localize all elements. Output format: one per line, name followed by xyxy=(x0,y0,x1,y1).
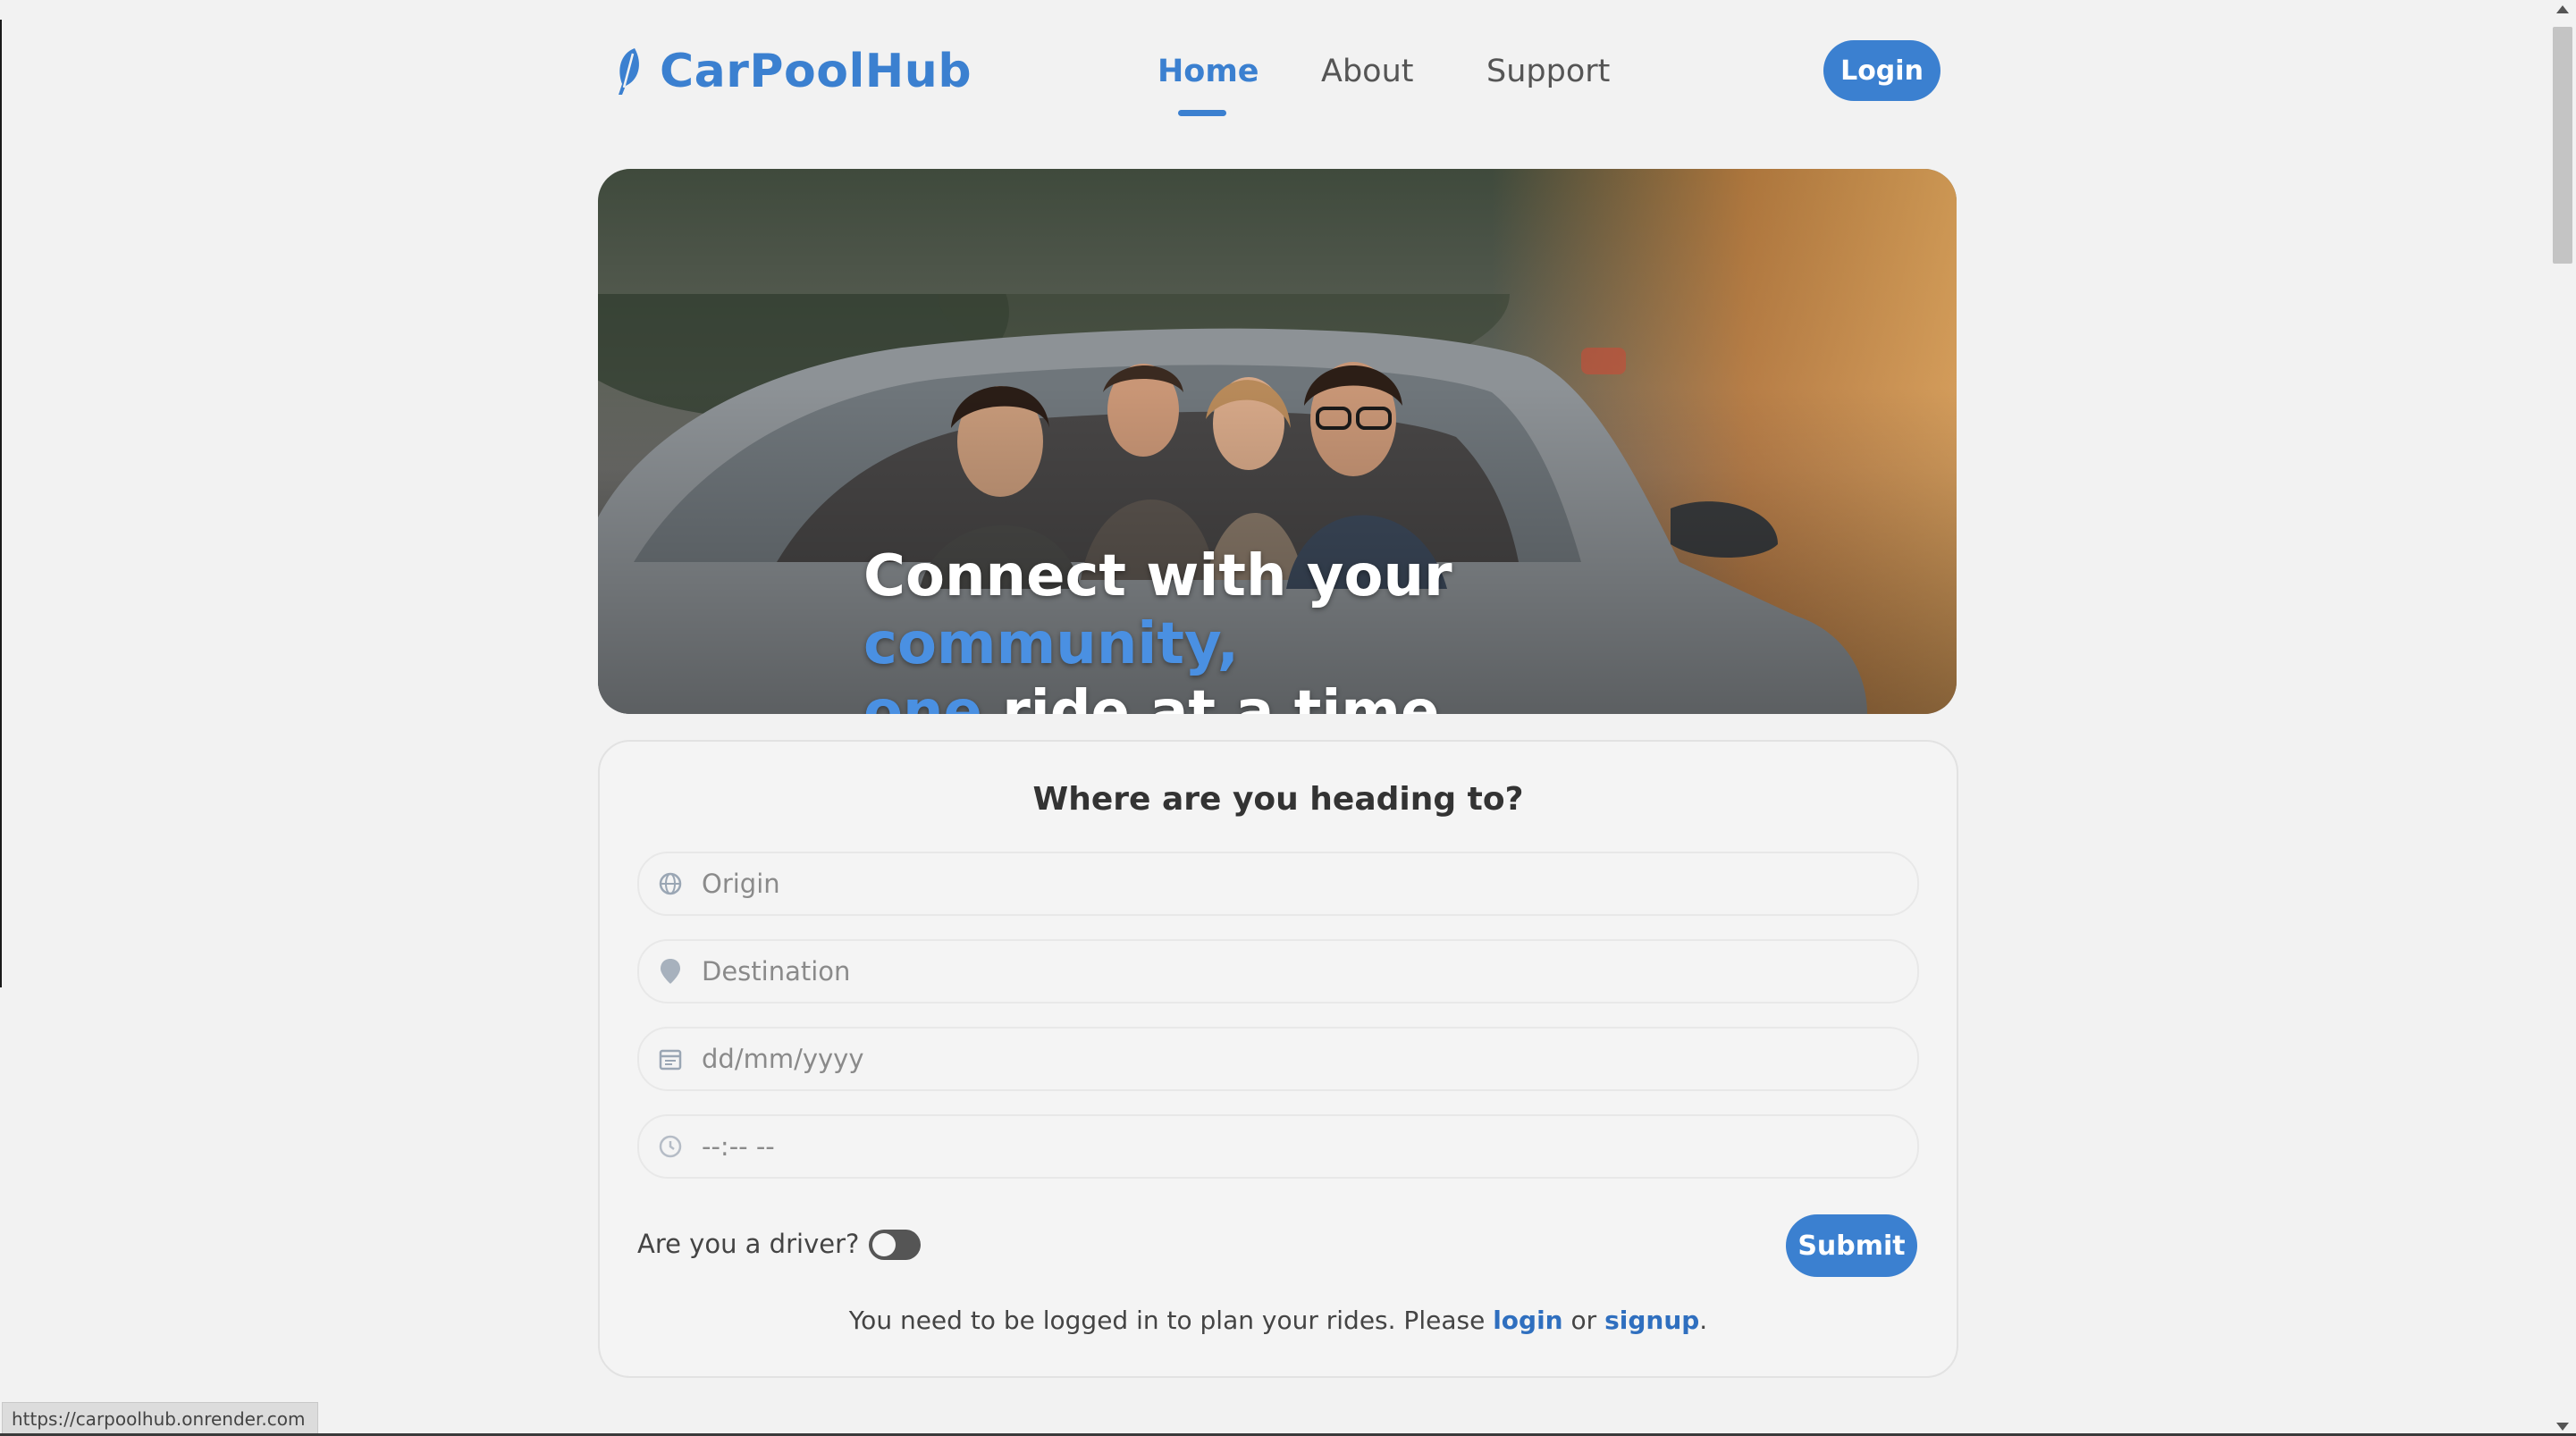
clock-icon xyxy=(657,1133,684,1160)
hero-title-highlight: one xyxy=(863,679,982,714)
driver-toggle-label: Are you a driver? xyxy=(637,1229,860,1259)
origin-field[interactable] xyxy=(637,852,1919,916)
nav-support[interactable]: Support xyxy=(1486,36,1610,107)
feather-icon xyxy=(619,48,639,95)
submit-button[interactable]: Submit xyxy=(1786,1214,1917,1277)
login-button[interactable]: Login xyxy=(1823,40,1940,101)
driver-toggle[interactable] xyxy=(869,1230,921,1260)
globe-icon xyxy=(657,870,684,897)
ride-search-form: Where are you heading to? Origin Destina… xyxy=(598,740,1958,1378)
hero-title-text: ride at a time. xyxy=(981,679,1461,714)
login-link[interactable]: login xyxy=(1493,1306,1562,1335)
date-field[interactable] xyxy=(637,1027,1919,1091)
nav-about[interactable]: About xyxy=(1321,36,1413,107)
status-bar-url: https://carpoolhub.onrender.com xyxy=(2,1402,319,1436)
hero-title: Connect with your community, one ride at… xyxy=(863,542,1847,714)
vertical-scrollbar[interactable] xyxy=(2549,0,2576,1436)
time-field[interactable] xyxy=(637,1114,1919,1179)
login-required-note: You need to be logged in to plan your ri… xyxy=(600,1306,1957,1335)
logo-text: CarPoolHub xyxy=(660,45,972,98)
hero-banner: Connect with your community, one ride at… xyxy=(598,169,1957,714)
date-input[interactable] xyxy=(700,1043,1917,1075)
scroll-up-arrow-icon[interactable] xyxy=(2556,5,2569,13)
calendar-icon xyxy=(657,1046,684,1072)
hero-title-text: Connect with your xyxy=(863,543,1452,609)
signup-link[interactable]: signup xyxy=(1604,1306,1699,1335)
logo[interactable]: CarPoolHub xyxy=(611,36,972,107)
hero-title-highlight: community, xyxy=(863,611,1239,677)
scroll-down-arrow-icon[interactable] xyxy=(2556,1423,2569,1431)
origin-input[interactable] xyxy=(700,868,1917,900)
nav-active-indicator xyxy=(1178,110,1226,116)
destination-field[interactable] xyxy=(637,939,1919,1004)
driver-toggle-knob xyxy=(872,1233,896,1256)
window-left-edge xyxy=(0,20,2,987)
time-input[interactable] xyxy=(700,1130,1917,1163)
note-text: You need to be logged in to plan your ri… xyxy=(848,1306,1494,1335)
location-pin-icon xyxy=(657,958,684,985)
destination-input[interactable] xyxy=(700,955,1917,987)
nav-home[interactable]: Home xyxy=(1158,36,1259,107)
note-text: . xyxy=(1699,1306,1708,1335)
note-text: or xyxy=(1562,1306,1605,1335)
form-title: Where are you heading to? xyxy=(1032,781,1524,818)
scrollbar-thumb[interactable] xyxy=(2553,27,2572,264)
